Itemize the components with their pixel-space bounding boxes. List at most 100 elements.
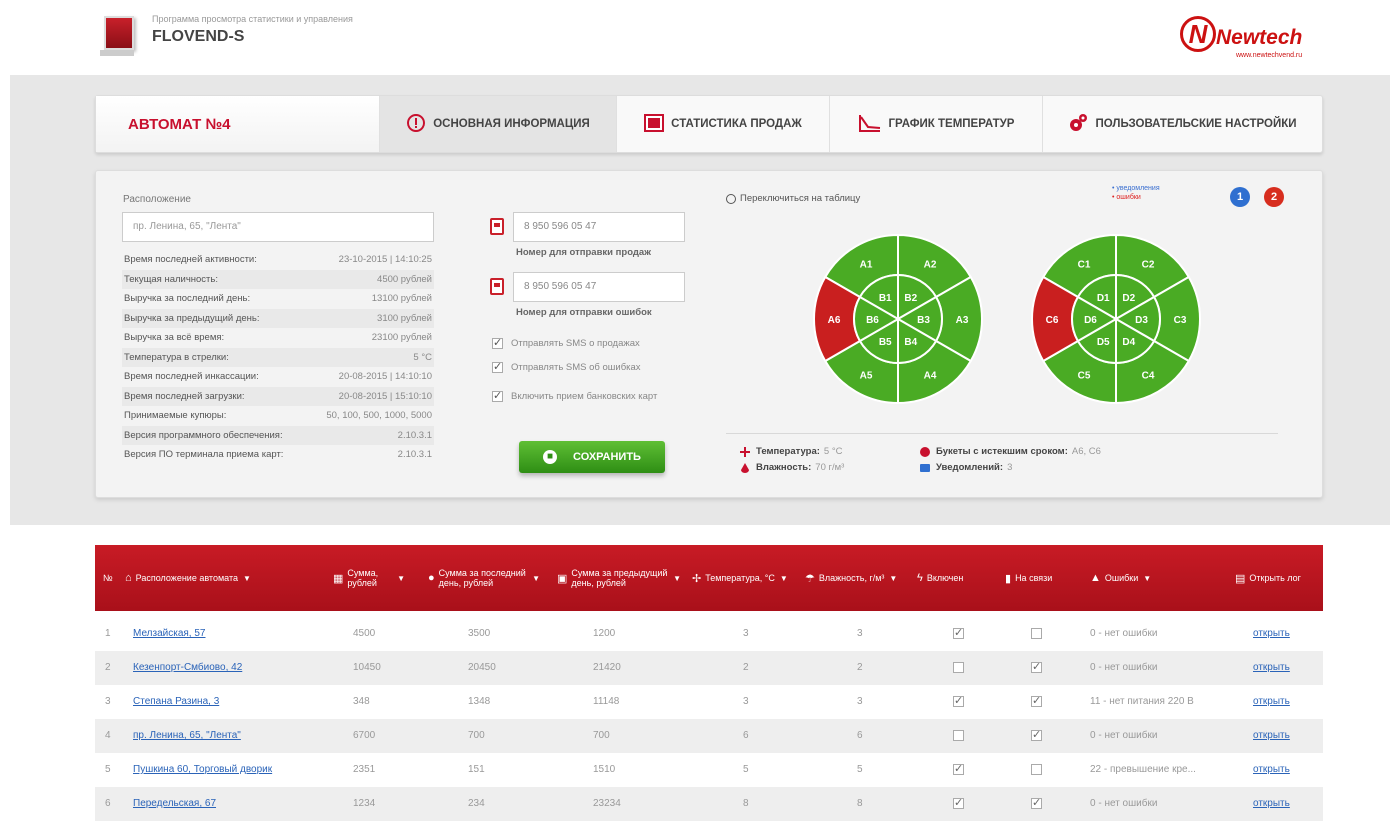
enabled-checkbox[interactable] <box>953 730 964 741</box>
info-value: 23-10-2015 | 14:10:25 <box>338 254 432 265</box>
errors-phone-field[interactable]: 8 950 596 05 47 <box>513 272 685 302</box>
tab-sales-stats[interactable]: СТАТИСТИКА ПРОДАЖ <box>617 96 830 152</box>
col-online[interactable]: ▮ На связи <box>1005 545 1052 611</box>
tab-bar: АВТОМАТ №4 ОСНОВНАЯ ИНФОРМАЦИЯ СТАТИСТИК… <box>95 95 1323 153</box>
col-last-day[interactable]: ● Сумма за последний день, рублей ▼ <box>428 545 540 611</box>
save-button[interactable]: ■ СОХРАНИТЬ <box>519 441 665 473</box>
cell-open[interactable]: открыть <box>1253 617 1290 651</box>
bank-cards-checkbox[interactable] <box>492 389 503 402</box>
online-checkbox[interactable] <box>1031 694 1042 707</box>
info-value: 2.10.3.1 <box>397 429 432 441</box>
info-row: Выручка за последний день: 13100 рублей <box>122 289 434 309</box>
info-key: Время последней загрузки: <box>124 390 245 402</box>
temperature-chart-icon <box>858 113 882 136</box>
compartment-label: D1 <box>1097 293 1110 304</box>
cell-open[interactable]: открыть <box>1253 685 1290 719</box>
col-label: Включен <box>926 573 964 583</box>
cell-open[interactable]: открыть <box>1253 651 1290 685</box>
online-checkbox[interactable] <box>1031 764 1042 775</box>
cell-location[interactable]: Мелзайская, 57 <box>133 617 206 651</box>
cell-location[interactable]: Пушкина 60, Торговый дворик <box>133 753 272 787</box>
enabled-checkbox[interactable] <box>953 796 964 809</box>
compartment-label: B6 <box>866 315 879 326</box>
compartment-label: C5 <box>1078 370 1091 381</box>
info-key: Температура в стрелки: <box>124 351 229 363</box>
cell-error: 11 - нет питания 220 В <box>1090 696 1194 707</box>
tab-user-settings[interactable]: ПОЛЬЗОВАТЕЛЬСКИЕ НАСТРОЙКИ <box>1043 96 1322 152</box>
expired-icon <box>920 446 930 457</box>
expired-status: Букеты с истекшим сроком: A6, C6 <box>920 446 1101 457</box>
home-icon: ⌂ <box>125 572 132 584</box>
compartment-label: C6 <box>1046 315 1059 326</box>
switch-to-table-link[interactable]: Переключиться на таблицу <box>726 193 860 204</box>
clock-icon: ● <box>428 572 435 584</box>
compartment-label: B3 <box>917 315 930 326</box>
legend-errors: • ошибки <box>1112 194 1141 201</box>
enabled-checkbox[interactable] <box>953 694 964 707</box>
compartment-label: A4 <box>924 370 937 381</box>
sales-phone-field[interactable]: 8 950 596 05 47 <box>513 212 685 242</box>
info-key: Текущая наличность: <box>124 273 218 285</box>
col-enabled[interactable]: ϟ Включен <box>917 545 963 611</box>
online-checkbox[interactable] <box>1031 628 1042 639</box>
col-humidity[interactable]: ☂ Влажность, г/м³ ▼ <box>805 545 905 611</box>
cell-num: 1 <box>105 628 111 639</box>
cell-last_day: 700 <box>468 730 485 741</box>
col-label: Расположение автомата <box>135 573 238 583</box>
cell-prev_day: 11148 <box>593 696 620 707</box>
cell-location[interactable]: Передельская, 67 <box>133 787 216 821</box>
sms-sales-checkbox[interactable] <box>492 336 503 349</box>
col-temp[interactable]: ✢ Температура, °С ▼ <box>692 545 795 611</box>
cell-error: 0 - нет ошибки <box>1090 662 1158 673</box>
table-row: 1 Мелзайская, 57 4500 3500 1200 3 3 0 - нет оши… <box>95 617 1323 651</box>
cell-humidity: 2 <box>857 662 863 673</box>
cell-open[interactable]: открыть <box>1253 753 1290 787</box>
enabled-checkbox[interactable] <box>953 762 964 775</box>
col-location[interactable]: ⌂ Расположение автомата ▼ <box>125 545 295 611</box>
online-checkbox[interactable] <box>1031 796 1042 809</box>
tab-temperature-chart[interactable]: ГРАФИК ТЕМПЕРАТУР <box>830 96 1043 152</box>
col-prev-day[interactable]: ▣ Сумма за предыдущий день, рублей ▼ <box>557 545 681 611</box>
sms-errors-checkbox-row[interactable]: Отправлять SMS об ошибках <box>492 360 641 373</box>
cell-open[interactable]: открыть <box>1253 719 1290 753</box>
cell-last_day: 20450 <box>468 662 496 673</box>
notices-value: 3 <box>1007 462 1013 473</box>
enabled-checkbox[interactable] <box>953 626 964 639</box>
info-value: 4500 рублей <box>377 273 432 285</box>
checkbox-label: Включить прием банковских карт <box>511 391 658 402</box>
bank-cards-checkbox-row[interactable]: Включить прием банковских карт <box>492 389 658 402</box>
brand-logo[interactable]: N Newtech www.newtechvend.ru <box>1180 12 1310 62</box>
online-checkbox[interactable] <box>1031 660 1042 673</box>
compartment-label: D4 <box>1122 337 1135 348</box>
cell-open[interactable]: открыть <box>1253 787 1290 821</box>
sms-sales-checkbox-row[interactable]: Отправлять SMS о продажах <box>492 336 640 349</box>
info-row: Принимаемые купюры: 50, 100, 500, 1000, 5… <box>122 406 434 426</box>
sms-errors-checkbox[interactable] <box>492 360 503 373</box>
tab-label: ПОЛЬЗОВАТЕЛЬСКИЕ НАСТРОЙКИ <box>1095 118 1297 130</box>
cell-sum: 6700 <box>353 730 376 741</box>
errors-badge[interactable]: 2 <box>1264 187 1284 207</box>
notifications-badge[interactable]: 1 <box>1230 187 1250 207</box>
cell-location[interactable]: Кезенпорт-Смбиово, 42 <box>133 651 242 685</box>
col-label: Открыть лог <box>1249 573 1301 583</box>
compartment-label: A6 <box>828 315 841 326</box>
cell-temp: 2 <box>743 662 749 673</box>
cell-location[interactable]: Степана Разина, 3 <box>133 685 219 719</box>
gears-icon <box>1068 113 1088 136</box>
save-disk-icon: ■ <box>543 450 558 464</box>
cell-temp: 6 <box>743 730 749 741</box>
cell-humidity: 5 <box>857 764 863 775</box>
tab-main-info[interactable]: ОСНОВНАЯ ИНФОРМАЦИЯ <box>380 96 617 152</box>
online-checkbox[interactable] <box>1031 728 1042 741</box>
cell-location[interactable]: пр. Ленина, 65, "Лента" <box>133 719 241 753</box>
info-value: 5 °C <box>413 351 432 363</box>
location-field[interactable]: пр. Ленина, 65, "Лента" <box>122 212 434 242</box>
cell-last_day: 151 <box>468 764 485 775</box>
enabled-checkbox[interactable] <box>953 662 964 673</box>
tab-label: ОСНОВНАЯ ИНФОРМАЦИЯ <box>433 118 590 130</box>
col-sum[interactable]: ▦ Сумма, рублей ▼ <box>333 545 405 611</box>
col-errors[interactable]: ▲ Ошибки ▼ <box>1090 545 1151 611</box>
cell-num: 4 <box>105 730 111 741</box>
sms-phone-icon <box>488 217 508 237</box>
info-key: Время последней инкассации: <box>124 371 259 382</box>
